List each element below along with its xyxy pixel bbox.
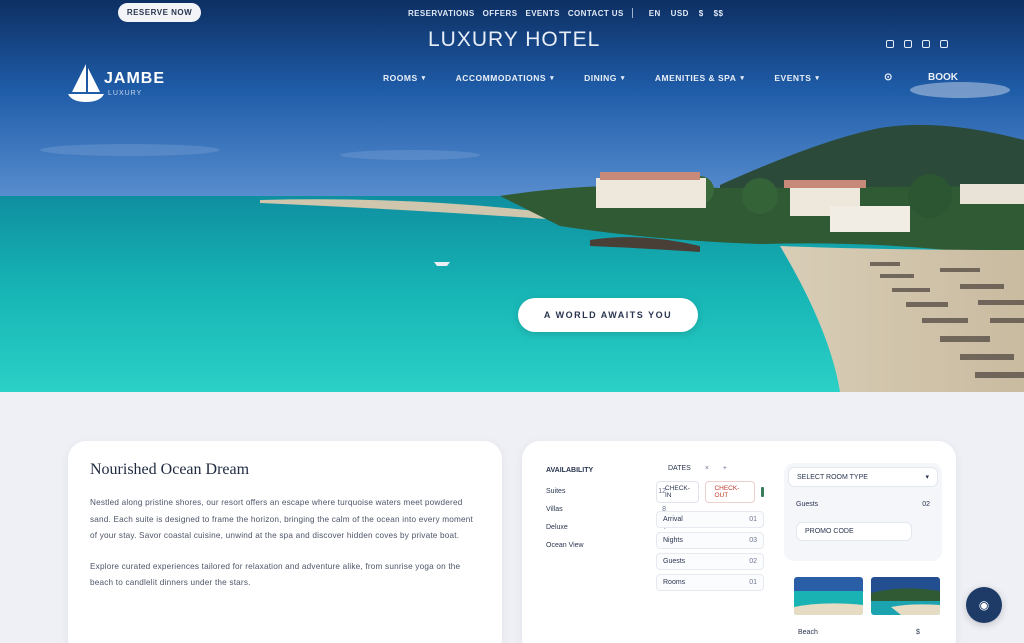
table-row[interactable]: Nights 03: [656, 532, 764, 549]
gallery-thumbnails: [794, 577, 940, 615]
nav-item-amenities[interactable]: AMENITIES & SPA ▾: [655, 73, 745, 83]
currency-selector[interactable]: USD: [671, 9, 689, 18]
availability-header: AVAILABILITY: [546, 467, 594, 474]
dates-label: DATES: [668, 465, 691, 472]
utility-link-reservations[interactable]: RESERVATIONS: [408, 9, 475, 18]
list-item[interactable]: Deluxe4: [546, 524, 666, 531]
chevron-down-icon: ▾: [740, 75, 745, 82]
price-filter-high[interactable]: $$: [714, 9, 724, 18]
nav-item-dining[interactable]: DINING ▾: [584, 73, 625, 83]
nav-label: ROOMS: [383, 73, 418, 83]
list-item-label: Suites: [546, 488, 566, 495]
utility-right-group: EN USD $ $$: [649, 9, 724, 18]
row-value: 03: [749, 537, 757, 544]
logo-wordmark[interactable]: JAMBE: [104, 70, 165, 88]
social-icons: [886, 40, 948, 48]
list-item[interactable]: Ocean View6: [546, 542, 666, 549]
list-item[interactable]: Villas 8: [546, 506, 666, 513]
check-in-chip[interactable]: CHECK-IN: [656, 481, 700, 503]
hero-cta-button[interactable]: A WORLD AWAITS YOU: [518, 298, 698, 332]
list-item[interactable]: Suites 12: [546, 488, 666, 495]
utility-link-offers[interactable]: OFFERS: [483, 9, 518, 18]
row-label: Rooms: [663, 579, 686, 586]
nav-label: EVENTS: [774, 73, 812, 83]
field-label: Guests: [796, 501, 819, 508]
thumbnail-caption: Beach: [798, 629, 818, 636]
booking-widget-card: AVAILABILITY Suites12 Villas8 Deluxe4 Oc…: [522, 441, 956, 643]
check-out-chip[interactable]: CHECK-OUT: [705, 481, 755, 503]
intro-card: Nourished Ocean Dream Nestled along pris…: [68, 441, 502, 643]
select-label: SELECT ROOM TYPE: [797, 473, 868, 481]
utility-link-contact[interactable]: CONTACT US: [568, 9, 624, 18]
close-icon[interactable]: ×: [705, 465, 709, 472]
chevron-down-icon: ▾: [815, 75, 820, 82]
logo-tagline: LUXURY: [108, 90, 143, 97]
field-value: 02: [922, 501, 930, 508]
utility-nav: RESERVATIONS OFFERS EVENTS CONTACT US EN…: [408, 8, 723, 18]
row-value: 02: [749, 558, 757, 565]
row-value: 01: [749, 516, 757, 523]
intro-paragraph: Nestled along pristine shores, our resor…: [90, 498, 473, 540]
promo-code-input[interactable]: PROMO CODE: [796, 522, 912, 541]
list-item-label: Ocean View: [546, 542, 584, 549]
book-nav-link[interactable]: BOOK: [928, 72, 958, 83]
twitter-icon[interactable]: [922, 40, 930, 48]
row-label: Nights: [663, 537, 683, 544]
dates-header: DATES × +: [656, 465, 764, 472]
intro-paragraph: Explore curated experiences tailored for…: [90, 561, 461, 588]
chevron-down-icon: ▾: [421, 75, 426, 82]
chevron-down-icon: ▾: [550, 75, 555, 82]
list-item-label: Villas: [546, 506, 563, 513]
booking-form: SELECT ROOM TYPE ▾ Guests 02 PROMO CODE: [784, 463, 942, 561]
intro-title: Nourished Ocean Dream: [90, 461, 250, 478]
beach-thumbnail[interactable]: [794, 577, 863, 615]
hero-beach-image: [0, 0, 1024, 392]
price-filter-low[interactable]: $: [699, 9, 704, 18]
dates-panel: DATES × + CHECK-IN CHECK-OUT Arrival 01 N…: [656, 465, 764, 595]
chevron-down-icon: ▾: [620, 75, 625, 82]
language-selector[interactable]: EN: [649, 9, 661, 18]
site-title: LUXURY HOTEL: [428, 28, 601, 51]
row-value: 01: [749, 579, 757, 586]
list-item-label: Deluxe: [546, 524, 568, 531]
nav-item-rooms[interactable]: ROOMS ▾: [383, 73, 426, 83]
chevron-down-icon: ▾: [925, 474, 929, 481]
reserve-pill-button[interactable]: RESERVE NOW: [118, 3, 201, 22]
nav-label: ACCOMMODATIONS: [455, 73, 547, 83]
row-label: Guests: [663, 558, 686, 565]
date-chips: CHECK-IN CHECK-OUT: [656, 481, 764, 503]
room-type-select[interactable]: SELECT ROOM TYPE ▾: [788, 467, 938, 487]
resort-thumbnail[interactable]: [871, 577, 940, 615]
instagram-icon[interactable]: [904, 40, 912, 48]
status-indicator: [760, 487, 764, 497]
facebook-icon[interactable]: [886, 40, 894, 48]
utility-link-events[interactable]: EVENTS: [525, 9, 559, 18]
search-icon[interactable]: ⊙: [884, 72, 892, 83]
row-label: Arrival: [663, 516, 683, 523]
guests-field[interactable]: Guests 02: [788, 497, 938, 512]
hero-banner: RESERVE NOW RESERVATIONS OFFERS EVENTS C…: [0, 0, 1024, 392]
thumbnail-price: $: [916, 629, 920, 636]
nav-label: DINING: [584, 73, 617, 83]
promo-wrapper: PROMO CODE: [788, 522, 938, 541]
utility-divider: [631, 8, 633, 18]
youtube-icon[interactable]: [940, 40, 948, 48]
nav-item-events[interactable]: EVENTS ▾: [774, 73, 819, 83]
add-icon[interactable]: +: [723, 465, 727, 472]
availability-list: AVAILABILITY Suites12 Villas8 Deluxe4 Oc…: [546, 467, 666, 560]
main-navigation: ROOMS ▾ ACCOMMODATIONS ▾ DINING ▾ AMENIT…: [383, 73, 819, 83]
table-row[interactable]: Rooms 01: [656, 574, 764, 591]
sailboat-logo-icon[interactable]: [66, 62, 106, 104]
chat-icon[interactable]: ◉: [966, 587, 1002, 623]
table-row[interactable]: Guests 02: [656, 553, 764, 570]
nav-item-accommodations[interactable]: ACCOMMODATIONS ▾: [456, 73, 554, 83]
nav-label: AMENITIES & SPA: [654, 73, 737, 83]
table-row[interactable]: Arrival 01: [656, 511, 764, 528]
